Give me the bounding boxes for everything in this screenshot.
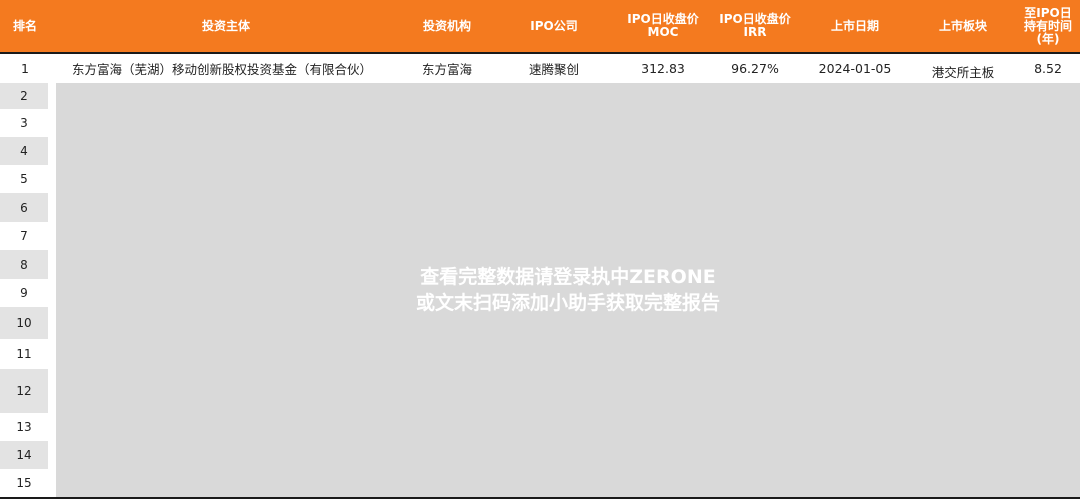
- header-board: 上市板块: [938, 18, 987, 33]
- watermark-line2: 或文末扫码添加小助手获取完整报告: [415, 292, 720, 314]
- cell-holding: 8.52: [1034, 61, 1062, 76]
- cell-moc: 312.83: [641, 61, 685, 76]
- rank-column: 2 3 4 5 6 7 8 9 10 11 12 13 14 15: [0, 83, 56, 497]
- rank-cell: 5: [0, 165, 48, 193]
- cell-board: 港交所主板: [931, 65, 995, 80]
- table-row: 1 东方富海（芜湖）移动创新股权投资基金（有限合伙） 东方富海 速腾聚创 312…: [0, 54, 1080, 83]
- header-investor: 投资主体: [201, 18, 250, 33]
- rank-cell: 12: [0, 369, 48, 413]
- rank-cell: 4: [0, 137, 48, 165]
- cell-listing-date: 2024-01-05: [818, 61, 892, 76]
- rank-cell: 13: [0, 413, 48, 441]
- rank-cell: 6: [0, 193, 48, 222]
- rank-cell: 8: [0, 250, 48, 279]
- ranking-table: 排名 投资主体 投资机构 IPO公司 IPO日收盘价 MOC IPO日收盘价 I…: [0, 0, 1080, 501]
- cell-investor: 东方富海（芜湖）移动创新股权投资基金（有限合伙）: [72, 62, 373, 77]
- rank-cell: 7: [0, 222, 48, 250]
- rank-cell: 9: [0, 279, 48, 307]
- rank-cell: 15: [0, 469, 48, 497]
- watermark-text: 查看完整数据请登录执中ZERONE 或文末扫码添加小助手获取完整报告: [56, 264, 1080, 316]
- rank-cell: 2: [0, 83, 48, 109]
- header-institution: 投资机构: [422, 18, 471, 33]
- header-rank: 排名: [12, 18, 37, 33]
- rank-cell: 14: [0, 441, 48, 469]
- table-header: 排名 投资主体 投资机构 IPO公司 IPO日收盘价 MOC IPO日收盘价 I…: [0, 0, 1080, 52]
- header-moc: IPO日收盘价 MOC: [627, 12, 699, 39]
- header-listing-date: 上市日期: [830, 18, 879, 33]
- cell-ipo-company: 速腾聚创: [528, 62, 579, 77]
- cell-irr: 96.27%: [731, 61, 779, 76]
- cell-rank: 1: [21, 61, 29, 76]
- header-holding: 至IPO日 持有时间 (年): [1023, 5, 1072, 46]
- rank-cell: 11: [0, 339, 48, 369]
- header-irr: IPO日收盘价 IRR: [719, 12, 791, 39]
- watermark-line1: 查看完整数据请登录执中ZERONE: [420, 266, 716, 288]
- rank-cell: 10: [0, 307, 48, 339]
- table-bottom-border: [0, 497, 1080, 499]
- rank-cell: 3: [0, 109, 48, 137]
- header-ipo-company: IPO公司: [530, 18, 578, 33]
- cell-institution: 东方富海: [421, 62, 472, 77]
